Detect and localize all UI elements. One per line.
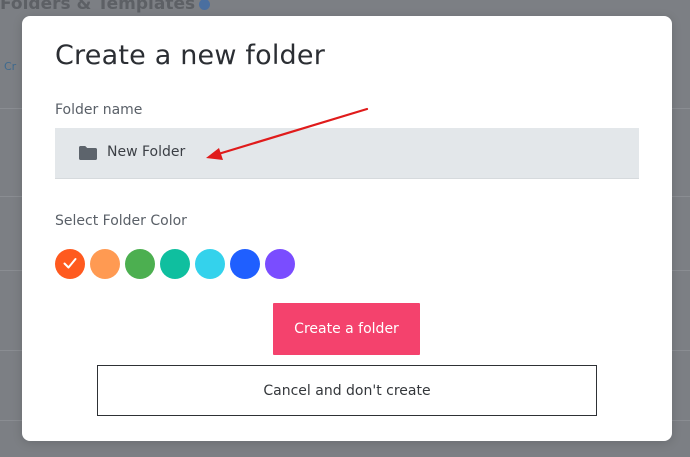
create-folder-button[interactable]: Create a folder xyxy=(273,303,420,355)
color-swatch-green[interactable] xyxy=(125,249,155,279)
color-swatch-blue[interactable] xyxy=(230,249,260,279)
cancel-button[interactable]: Cancel and don't create xyxy=(97,365,597,416)
folder-name-label: Folder name xyxy=(55,102,143,118)
folder-name-value: New Folder xyxy=(107,144,186,160)
checkmark-icon xyxy=(63,258,77,269)
color-swatch-teal[interactable] xyxy=(160,249,190,279)
info-icon xyxy=(199,0,211,10)
color-swatch-purple[interactable] xyxy=(265,249,295,279)
create-folder-modal: Create a new folder Folder name New Fold… xyxy=(22,16,672,441)
annotation-arrow-icon xyxy=(206,107,369,160)
color-swatch-light-orange[interactable] xyxy=(90,249,120,279)
background-side-text: Cr xyxy=(4,60,17,73)
folder-icon xyxy=(79,146,97,160)
color-swatch-cyan[interactable] xyxy=(195,249,225,279)
folder-color-label: Select Folder Color xyxy=(55,213,187,229)
modal-title: Create a new folder xyxy=(55,40,325,71)
background-page-title: Folders & Templates xyxy=(0,0,211,14)
color-swatch-orange-red[interactable] xyxy=(55,249,85,279)
background-title-text: Folders & Templates xyxy=(0,0,196,14)
